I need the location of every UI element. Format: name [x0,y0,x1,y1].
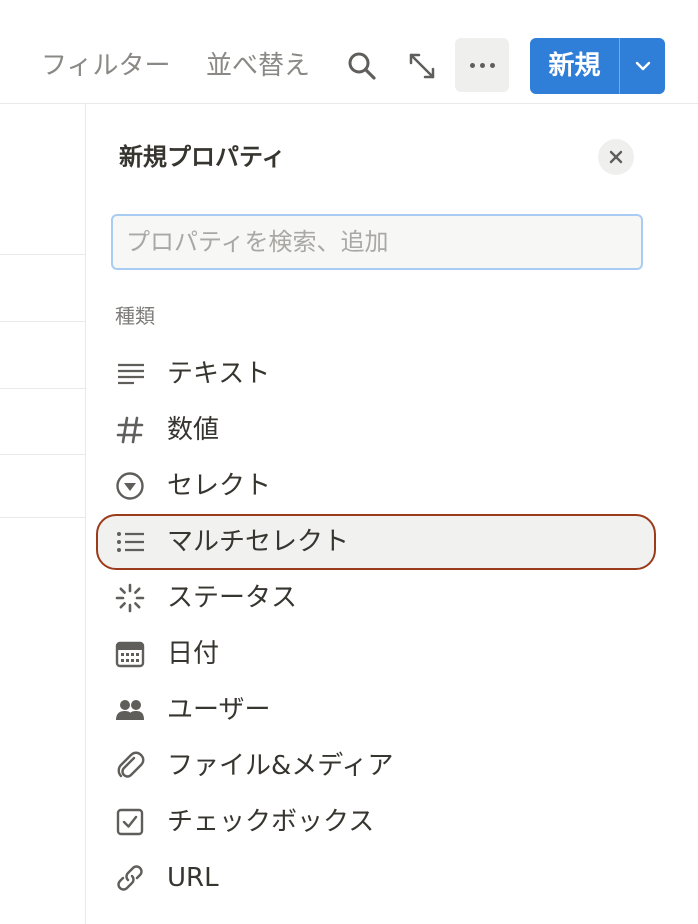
type-item-multi-select[interactable]: マルチセレクト [96,514,656,570]
chevron-down-icon [635,61,650,71]
close-button[interactable] [598,139,634,175]
select-icon [114,470,146,502]
status-icon [114,582,146,614]
type-item-date[interactable]: 日付 [96,626,656,682]
panel-title: 新規プロパティ [119,143,286,171]
type-item-label: ステータス [167,583,298,613]
link-icon [114,862,146,894]
type-item-checkbox[interactable]: チェックボックス [96,794,656,850]
paperclip-icon [114,750,146,782]
type-item-label: URL [167,863,219,893]
type-item-label: ユーザー [167,695,271,725]
type-item-label: セレクト [167,471,272,501]
type-item-text[interactable]: テキスト [96,346,656,402]
section-label-types: 種類 [115,304,155,328]
type-item-person[interactable]: ユーザー [96,682,656,738]
list-icon [114,526,146,558]
type-item-label: テキスト [167,359,271,389]
more-button[interactable] [455,38,509,92]
expand-icon[interactable] [404,48,440,84]
table-rows-strip [0,104,85,924]
type-item-label: 日付 [167,639,220,669]
table-row-divider [0,388,85,389]
page: フィルター 並べ替え 新規 新規プロパティ プロパティを検索、追加 種類 テキス… [0,0,698,924]
type-item-files-media[interactable]: ファイル&メディア [96,738,656,794]
view-toolbar: フィルター 並べ替え 新規 [0,0,698,104]
type-item-number[interactable]: 数値 [96,402,656,458]
text-lines-icon [114,358,146,390]
new-dropdown-button[interactable] [619,38,665,94]
type-item-select[interactable]: セレクト [96,458,656,514]
sort-button[interactable]: 並べ替え [206,48,310,84]
filter-button[interactable]: フィルター [41,48,170,84]
type-item-label: 数値 [167,415,220,445]
type-item-label: チェックボックス [167,807,375,837]
calendar-icon [114,638,146,670]
table-row-divider [0,454,85,455]
new-button-label[interactable]: 新規 [530,38,619,94]
type-item-label: ファイル&メディア [167,751,394,781]
property-search-input[interactable] [111,214,643,270]
search-icon[interactable] [344,48,380,84]
new-button[interactable]: 新規 [530,38,665,94]
hash-icon [114,414,146,446]
table-row-divider [0,517,85,518]
table-row-divider [0,321,85,322]
close-icon [609,150,623,164]
type-item-label: マルチセレクト [167,527,350,557]
checkbox-icon [114,806,146,838]
type-item-url[interactable]: URL [96,850,656,906]
new-property-panel: 新規プロパティ 種類 テキスト [85,104,698,924]
table-row-divider [0,254,85,255]
people-icon [114,694,146,726]
more-icon [455,38,509,92]
type-item-status[interactable]: ステータス [96,570,656,626]
